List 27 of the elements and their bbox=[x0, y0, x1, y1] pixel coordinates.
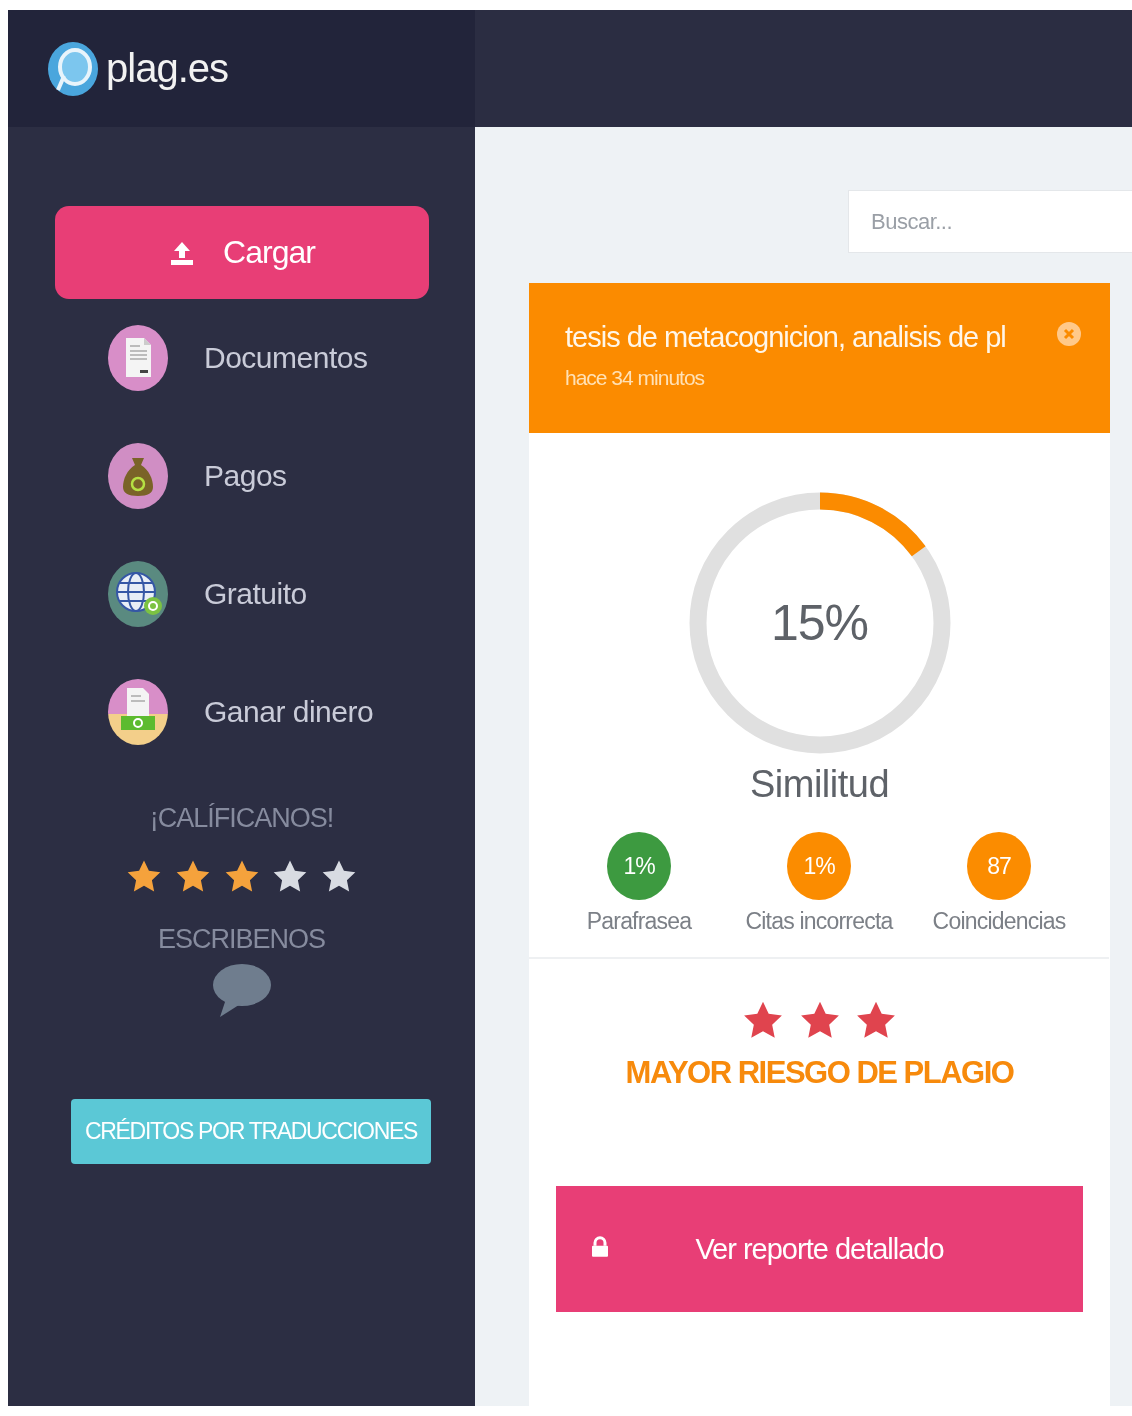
timestamp: hace 34 minutos bbox=[565, 366, 706, 390]
stat-badge: 1% bbox=[787, 832, 851, 900]
logo-icon bbox=[46, 39, 100, 98]
globe-icon bbox=[107, 560, 169, 628]
nav-link[interactable]: Ganar dinero bbox=[204, 695, 374, 729]
upload-button[interactable]: Cargar bbox=[55, 206, 429, 299]
lock-icon bbox=[591, 1235, 609, 1258]
contact-heading: ESCRIBENOS bbox=[156, 924, 326, 955]
stat-badge: 1% bbox=[607, 832, 671, 900]
similarity-value: 15% bbox=[770, 594, 869, 652]
search-field[interactable]: Buscar... bbox=[848, 190, 1132, 253]
similarity-label: Similitud bbox=[749, 763, 890, 806]
rate-heading: ¡CALÍFICANOS! bbox=[148, 803, 335, 834]
nav-link[interactable]: Documentos bbox=[204, 341, 368, 375]
risk-label: MAYOR RIESGO DE PLAGIO bbox=[625, 1055, 1014, 1091]
nav-link[interactable]: Pagos bbox=[204, 459, 287, 493]
stat-label: Coincidencias bbox=[932, 908, 1066, 935]
document-icon bbox=[107, 324, 169, 392]
report-button[interactable]: Ver reporte detallado bbox=[556, 1186, 1083, 1312]
document-money-icon bbox=[107, 678, 169, 746]
stat-label: Parafrasea bbox=[586, 908, 692, 935]
chat-bubble-icon[interactable] bbox=[211, 963, 272, 1019]
stat-badge: 87 bbox=[967, 832, 1031, 900]
money-bag-icon bbox=[107, 442, 169, 510]
nav-link[interactable]: Gratuito bbox=[204, 577, 307, 611]
brand-name: plag.es bbox=[106, 46, 228, 91]
stat-label: Citas incorrecta bbox=[745, 908, 893, 935]
